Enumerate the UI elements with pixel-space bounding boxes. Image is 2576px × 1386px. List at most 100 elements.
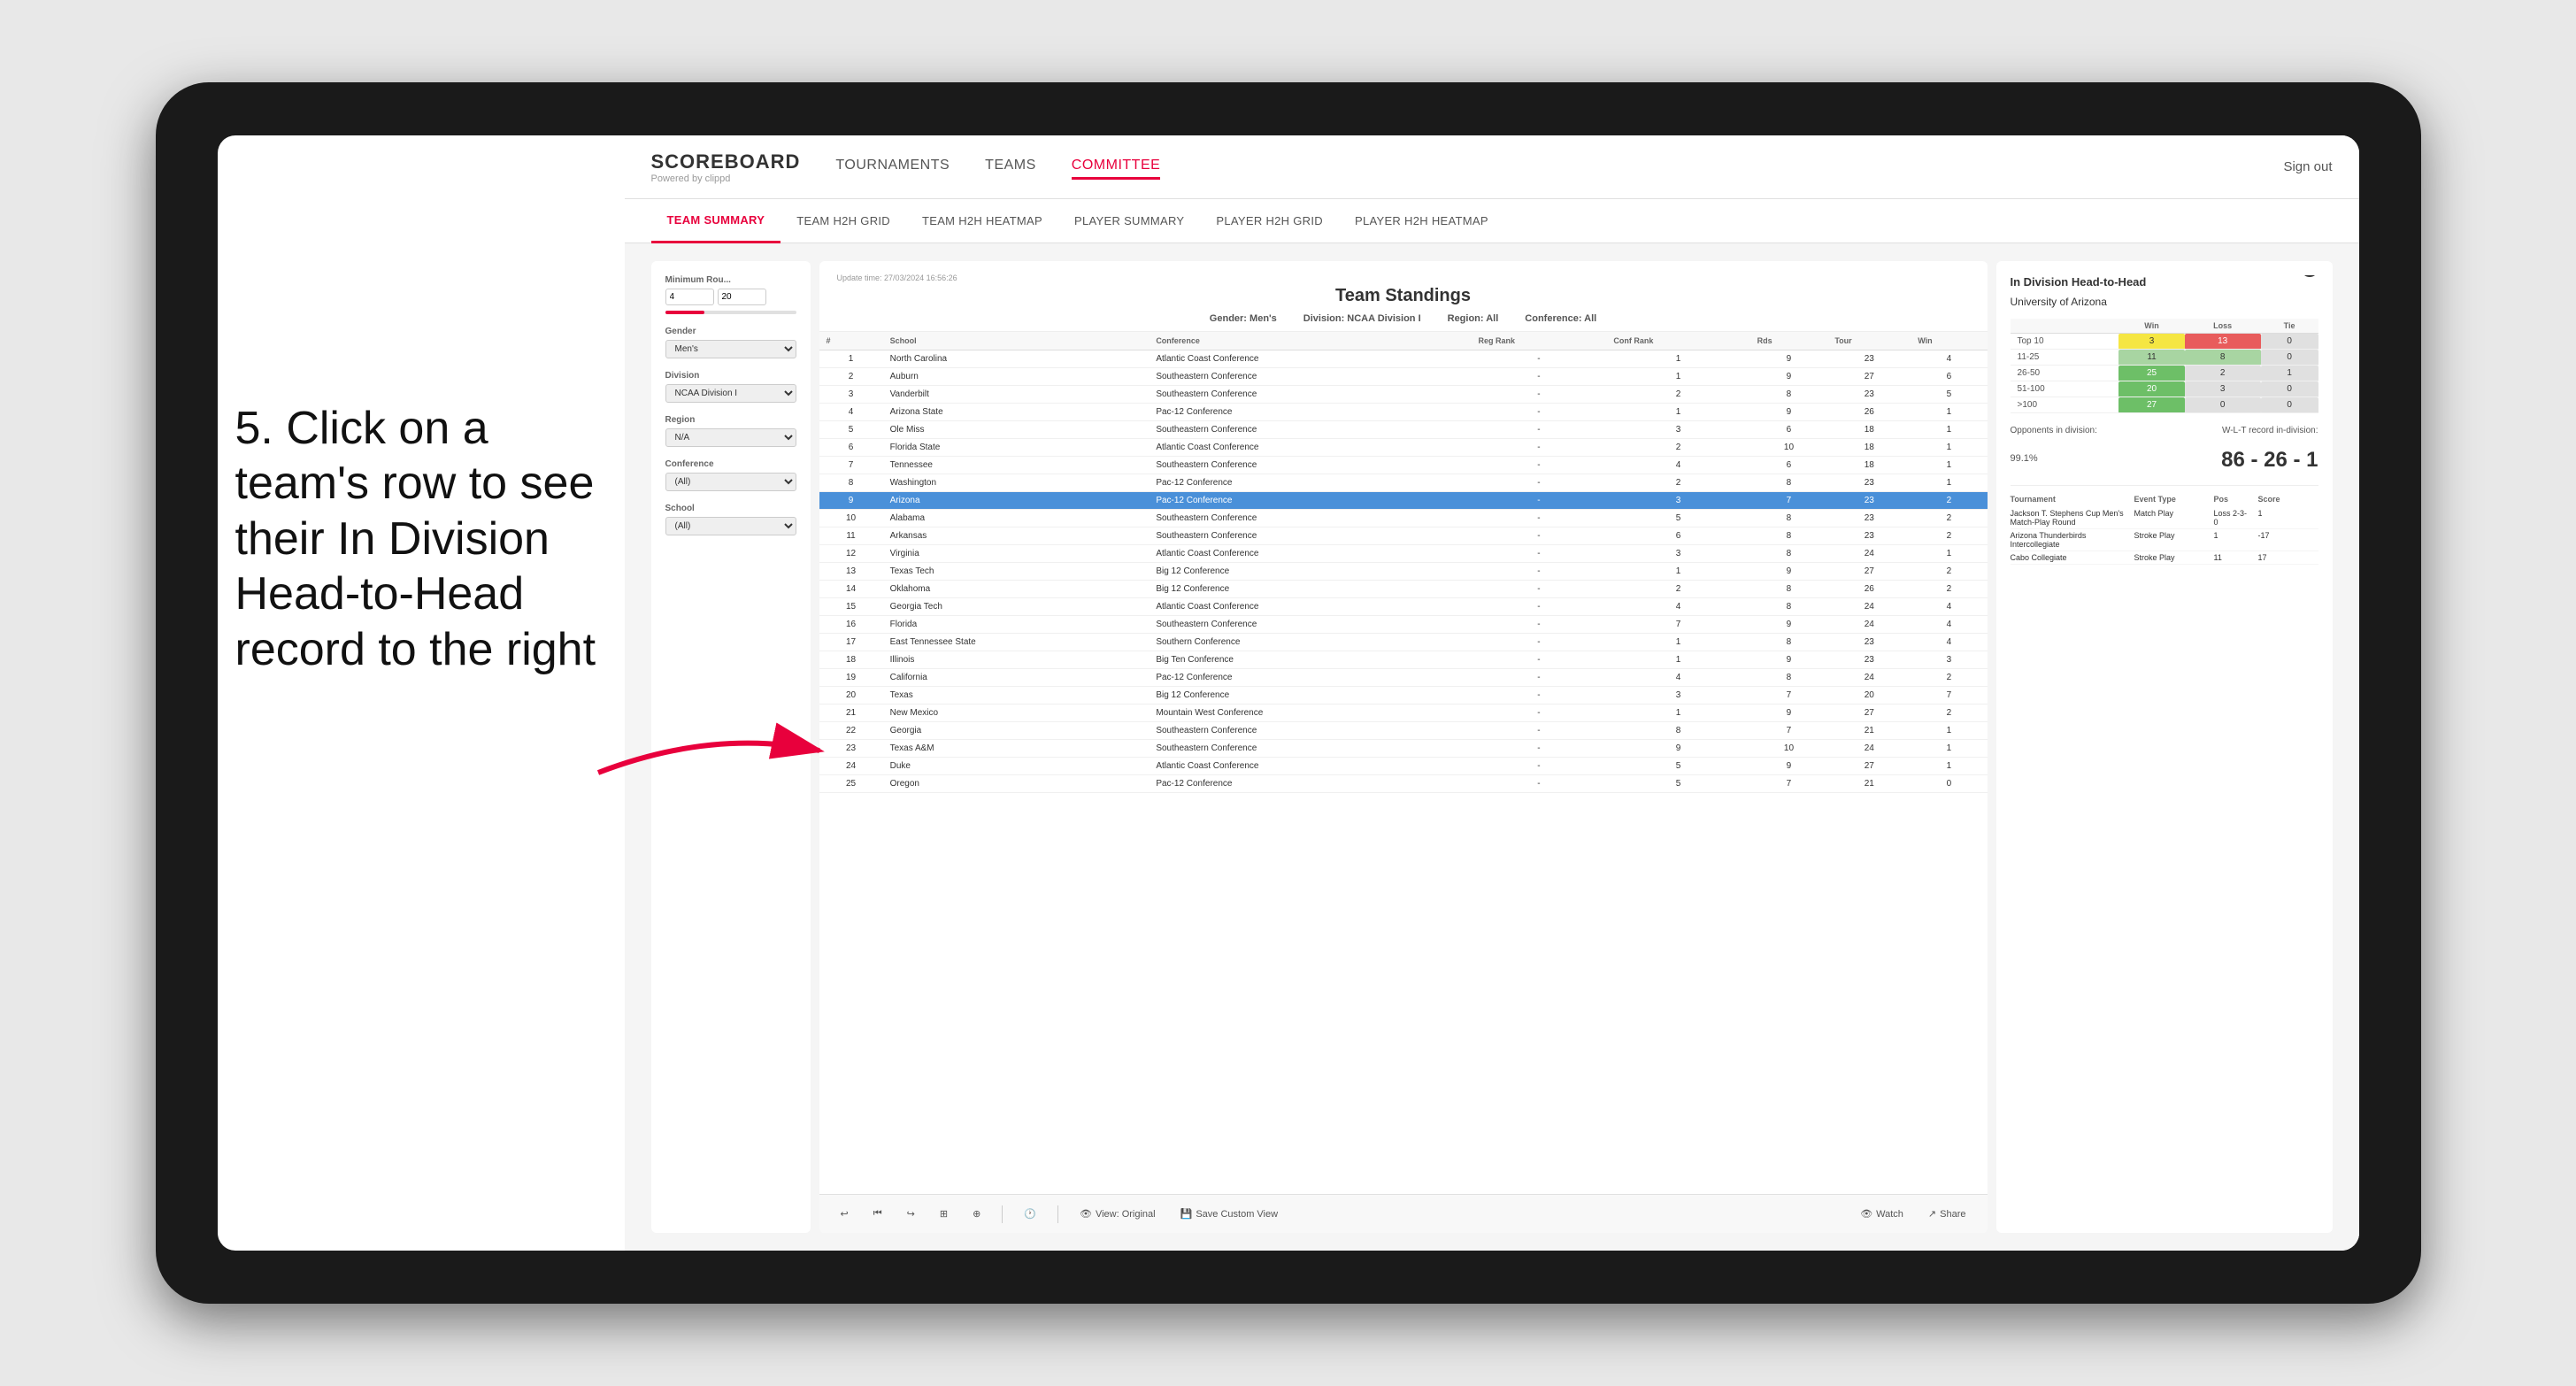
table-row[interactable]: 22 Georgia Southeastern Conference - 8 7…	[819, 722, 1988, 740]
tab-player-summary[interactable]: PLAYER SUMMARY	[1058, 199, 1200, 243]
tab-player-h2h-heatmap[interactable]: PLAYER H2H HEATMAP	[1339, 199, 1504, 243]
table-row[interactable]: 13 Texas Tech Big 12 Conference - 1 9 27…	[819, 563, 1988, 581]
table-row[interactable]: 11 Arkansas Southeastern Conference - 6 …	[819, 527, 1988, 545]
conference-select[interactable]: (All)	[665, 473, 796, 491]
tab-player-h2h-grid[interactable]: PLAYER H2H GRID	[1200, 199, 1339, 243]
cell-school: Texas	[883, 687, 1150, 705]
nav-tournaments[interactable]: TOURNAMENTS	[835, 154, 950, 180]
cell-win: 2	[1911, 581, 1987, 598]
share-button[interactable]: ↗ Share	[1921, 1205, 1973, 1223]
view-original-button[interactable]: 👁 View: Original	[1073, 1205, 1163, 1223]
table-row[interactable]: 18 Illinois Big Ten Conference - 1 9 23 …	[819, 651, 1988, 669]
filter-gender: Gender Men's	[665, 327, 796, 358]
tournament-row-2: Arizona Thunderbirds Intercollegiate Str…	[2011, 529, 2318, 551]
table-row[interactable]: 14 Oklahoma Big 12 Conference - 2 8 26 2	[819, 581, 1988, 598]
cell-school: Oregon	[883, 775, 1150, 793]
clock-button[interactable]: 🕐	[1017, 1205, 1043, 1223]
table-row[interactable]: 10 Alabama Southeastern Conference - 5 8…	[819, 510, 1988, 527]
table-row[interactable]: 1 North Carolina Atlantic Coast Conferen…	[819, 350, 1988, 368]
region-select[interactable]: N/A	[665, 428, 796, 447]
cell-rds: 8	[1750, 545, 1828, 563]
cell-win: 4	[1911, 598, 1987, 616]
table-row[interactable]: 16 Florida Southeastern Conference - 7 9…	[819, 616, 1988, 634]
cell-rds: 9	[1750, 368, 1828, 386]
cell-school: Oklahoma	[883, 581, 1150, 598]
table-row[interactable]: 25 Oregon Pac-12 Conference - 5 7 21 0	[819, 775, 1988, 793]
cell-conference: Atlantic Coast Conference	[1149, 758, 1471, 775]
bottom-toolbar: ↩ ⏮ ↪ ⊞ ⊕ 🕐 👁 View: Original 💾	[819, 1194, 1988, 1233]
redo-button[interactable]: ↪	[900, 1205, 922, 1223]
table-row[interactable]: 12 Virginia Atlantic Coast Conference - …	[819, 545, 1988, 563]
step-back-button[interactable]: ⏮	[866, 1205, 889, 1223]
table-row[interactable]: 19 California Pac-12 Conference - 4 8 24…	[819, 669, 1988, 687]
top-navigation: SCOREBOARD Powered by clippd TOURNAMENTS…	[625, 135, 2359, 199]
copy-button[interactable]: ⊞	[933, 1205, 955, 1223]
cell-conference: Atlantic Coast Conference	[1149, 439, 1471, 457]
table-row[interactable]: 23 Texas A&M Southeastern Conference - 9…	[819, 740, 1988, 758]
table-row[interactable]: 24 Duke Atlantic Coast Conference - 5 9 …	[819, 758, 1988, 775]
cell-win: 2	[1911, 510, 1987, 527]
cell-school: Vanderbilt	[883, 386, 1150, 404]
cell-reg-rank: -	[1472, 563, 1607, 581]
table-row[interactable]: 6 Florida State Atlantic Coast Conferenc…	[819, 439, 1988, 457]
cell-reg-rank: -	[1472, 598, 1607, 616]
table-row[interactable]: 17 East Tennessee State Southern Confere…	[819, 634, 1988, 651]
table-row[interactable]: 15 Georgia Tech Atlantic Coast Conferenc…	[819, 598, 1988, 616]
cell-conf-rank: 1	[1606, 634, 1749, 651]
tab-team-h2h-heatmap[interactable]: TEAM H2H HEATMAP	[906, 199, 1058, 243]
paste-button[interactable]: ⊕	[965, 1205, 988, 1223]
cell-num: 11	[819, 527, 883, 545]
watch-button[interactable]: 👁 Watch	[1853, 1205, 1911, 1223]
save-custom-view-button[interactable]: 💾 Save Custom View	[1173, 1205, 1285, 1223]
table-row[interactable]: 8 Washington Pac-12 Conference - 2 8 23 …	[819, 474, 1988, 492]
cell-rds: 7	[1750, 492, 1828, 510]
undo-button[interactable]: ↩	[834, 1205, 856, 1223]
cell-conference: Southern Conference	[1149, 634, 1471, 651]
col-event-type: Event Type	[2134, 495, 2205, 504]
cell-school: Alabama	[883, 510, 1150, 527]
h2h-panel-title: In Division Head-to-Head	[2011, 275, 2318, 289]
table-row[interactable]: 20 Texas Big 12 Conference - 3 7 20 7	[819, 687, 1988, 705]
wlt-label: W-L-T record in-division:	[2222, 426, 2318, 435]
filter-min-rounds: Minimum Rou...	[665, 275, 796, 314]
watch-icon: 👁	[1860, 1208, 1872, 1220]
cell-reg-rank: -	[1472, 669, 1607, 687]
table-row[interactable]: 21 New Mexico Mountain West Conference -…	[819, 705, 1988, 722]
sign-out-button[interactable]: Sign out	[2283, 159, 2332, 174]
table-row[interactable]: 7 Tennessee Southeastern Conference - 4 …	[819, 457, 1988, 474]
cell-rds: 8	[1750, 669, 1828, 687]
table-row[interactable]: 3 Vanderbilt Southeastern Conference - 2…	[819, 386, 1988, 404]
nav-teams[interactable]: TEAMS	[985, 154, 1036, 180]
cell-school: Virginia	[883, 545, 1150, 563]
school-select[interactable]: (All)	[665, 517, 796, 535]
cell-win: 0	[1911, 775, 1987, 793]
table-row[interactable]: 9 Arizona Pac-12 Conference - 3 7 23 2	[819, 492, 1988, 510]
tab-team-summary[interactable]: TEAM SUMMARY	[651, 199, 781, 243]
cell-school: Texas A&M	[883, 740, 1150, 758]
gender-select[interactable]: Men's	[665, 340, 796, 358]
cell-tour: 24	[1827, 616, 1911, 634]
standings-header: Update time: 27/03/2024 16:56:26 Team St…	[819, 261, 1988, 332]
cell-tour: 23	[1827, 474, 1911, 492]
cell-rds: 8	[1750, 386, 1828, 404]
cell-tour: 18	[1827, 457, 1911, 474]
min-rounds-input1[interactable]	[665, 289, 714, 305]
tournament-name-1: Jackson T. Stephens Cup Men's Match-Play…	[2011, 509, 2126, 527]
table-row[interactable]: 5 Ole Miss Southeastern Conference - 3 6…	[819, 421, 1988, 439]
cell-win: 4	[1911, 350, 1987, 368]
cell-tour: 27	[1827, 368, 1911, 386]
division-select[interactable]: NCAA Division I	[665, 384, 796, 403]
filter-school: School (All)	[665, 504, 796, 535]
nav-committee[interactable]: COMMITTEE	[1072, 154, 1161, 180]
table-row[interactable]: 2 Auburn Southeastern Conference - 1 9 2…	[819, 368, 1988, 386]
cell-conference: Southeastern Conference	[1149, 616, 1471, 634]
min-rounds-input2[interactable]	[718, 289, 766, 305]
cell-rds: 9	[1750, 651, 1828, 669]
table-row[interactable]: 4 Arizona State Pac-12 Conference - 1 9 …	[819, 404, 1988, 421]
tournament-type-3: Stroke Play	[2134, 553, 2205, 562]
cell-conf-rank: 2	[1606, 439, 1749, 457]
tournament-type-1: Match Play	[2134, 509, 2205, 527]
tab-team-h2h-grid[interactable]: TEAM H2H GRID	[780, 199, 906, 243]
cell-tour: 23	[1827, 510, 1911, 527]
cell-win: 1	[1911, 457, 1987, 474]
